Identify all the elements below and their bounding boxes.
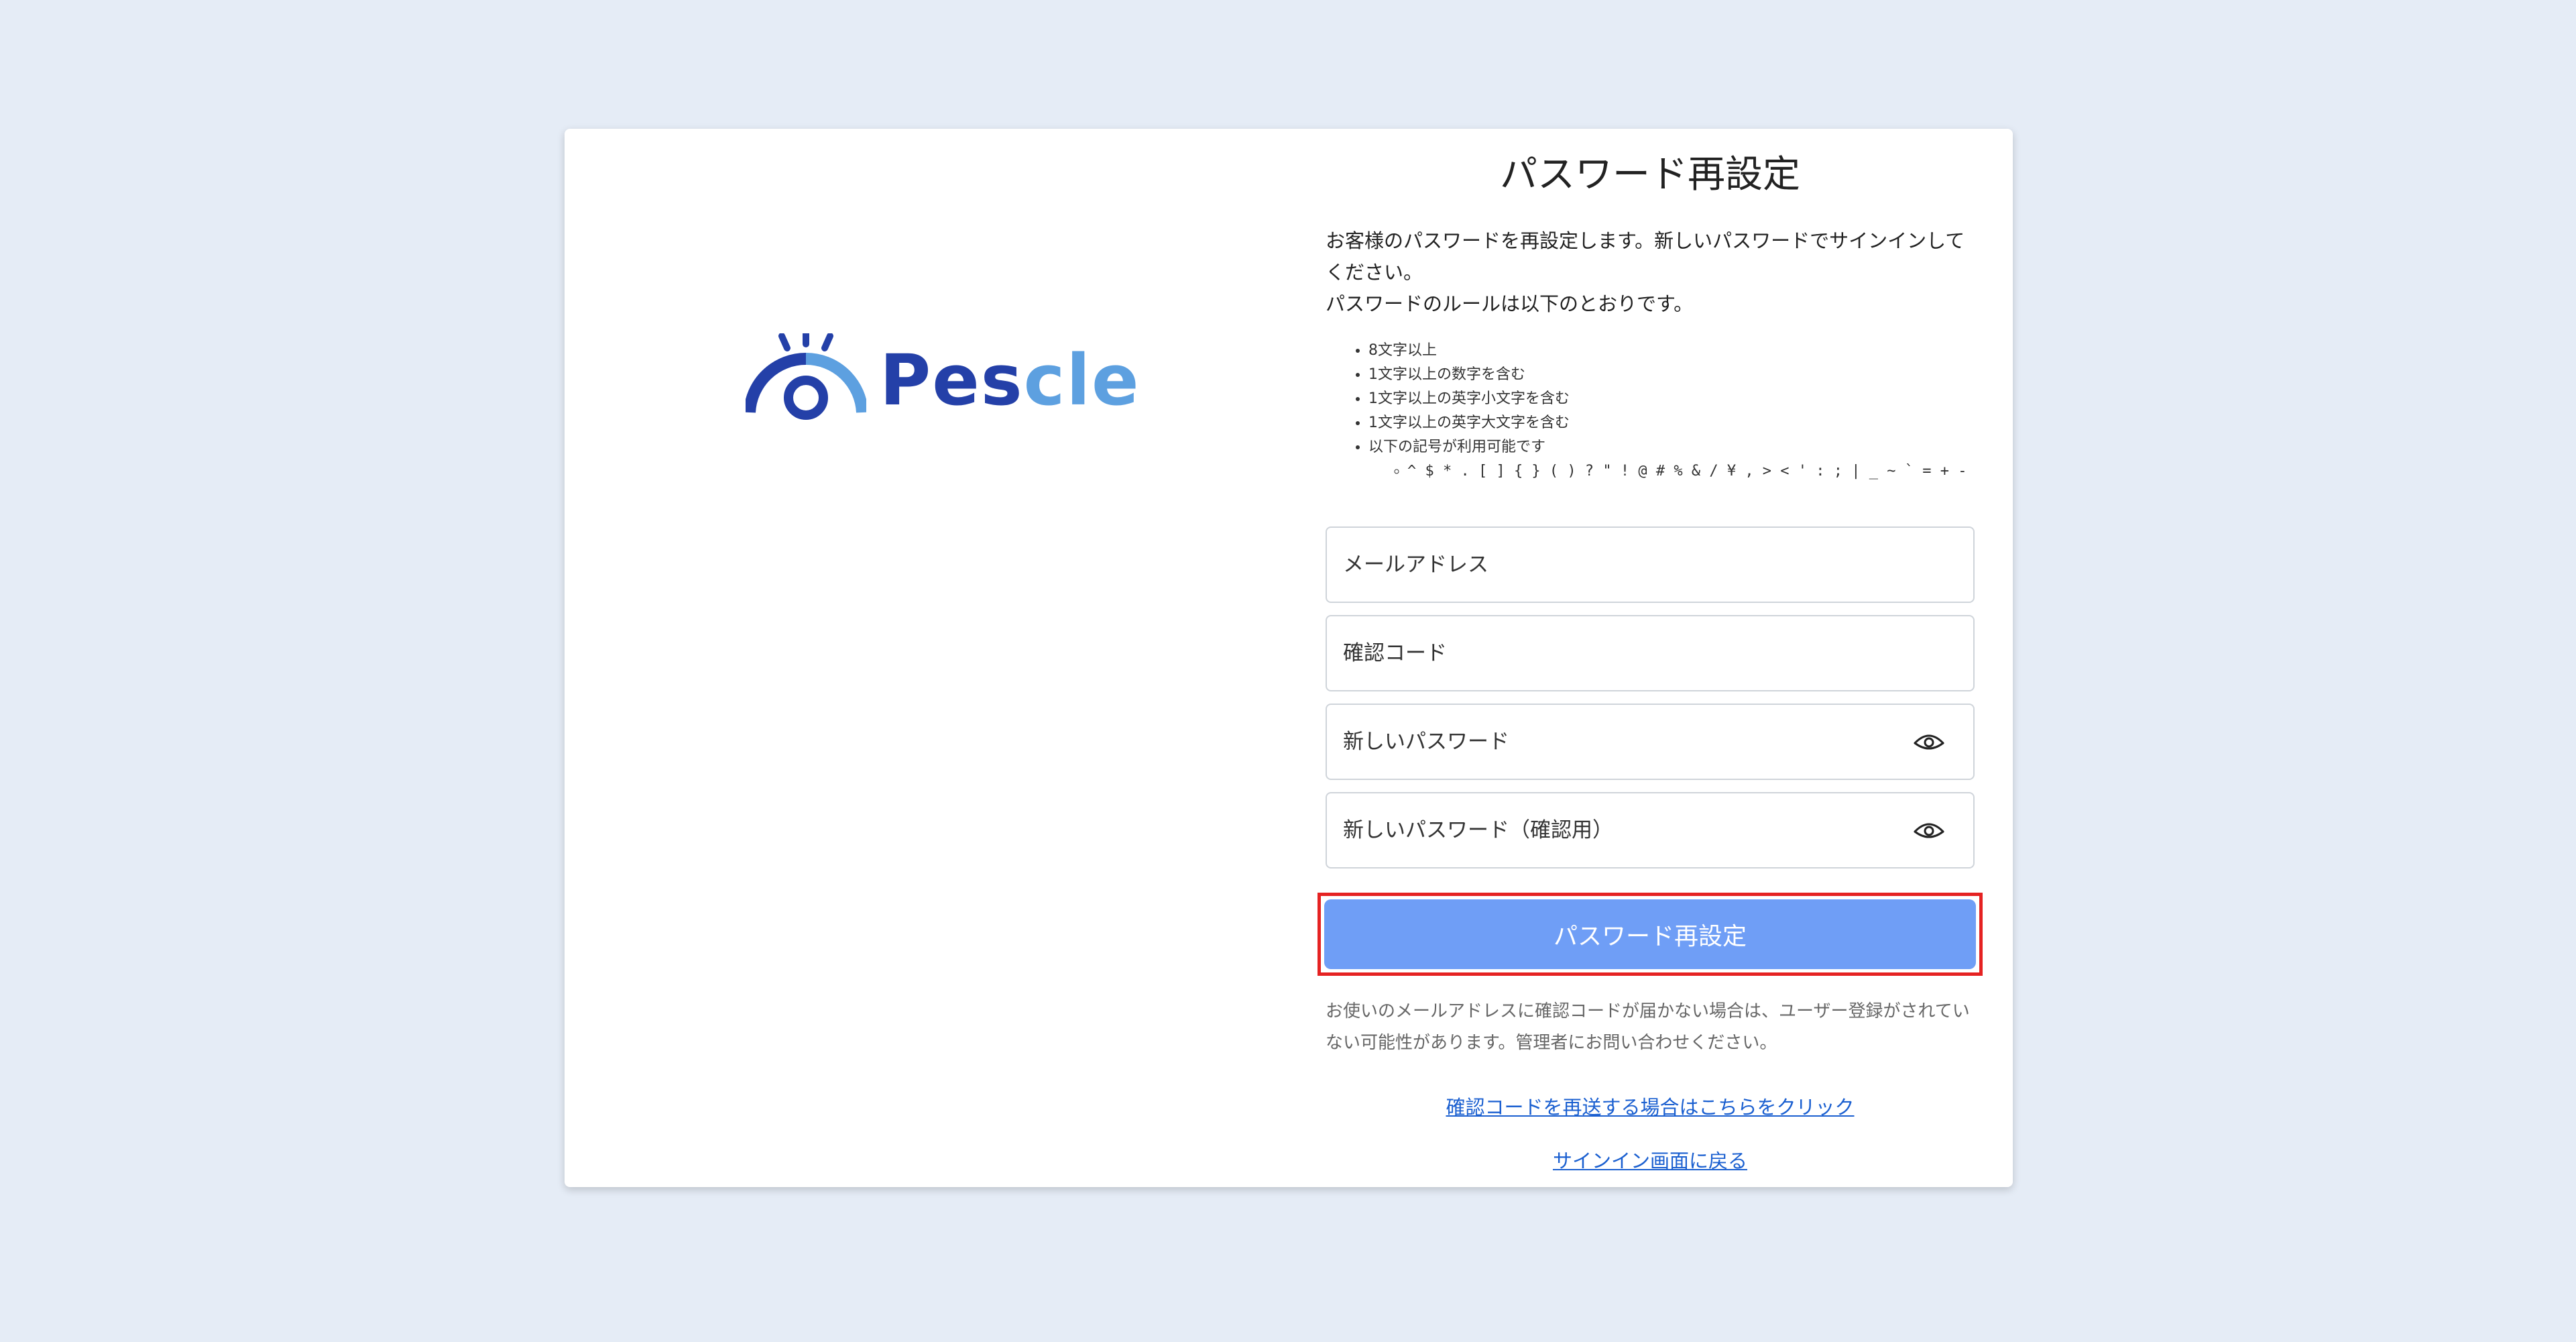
rule-item: 1文字以上の数字を含む <box>1368 363 1975 387</box>
password-rules-list: 8文字以上 1文字以上の数字を含む 1文字以上の英字小文字を含む 1文字以上の英… <box>1326 339 1975 484</box>
input-fields <box>1326 526 1975 869</box>
reset-password-button[interactable]: パスワード再設定 <box>1324 899 1976 969</box>
rule-item: 1文字以上の英字大文字を含む <box>1368 411 1975 435</box>
confirm-password-field-wrapper <box>1326 792 1975 869</box>
rule-item: 以下の記号が利用可能です ^ $ * . [ ] { } ( ) ? " ! @… <box>1368 435 1975 484</box>
links: 確認コードを再送する場合はこちらをクリック サインイン画面に戻る <box>1326 1094 1975 1174</box>
show-password-eye-icon[interactable] <box>1913 731 1945 752</box>
help-note: お使いのメールアドレスに確認コードが届かない場合は、ユーザー登録がされていない可… <box>1326 1001 1970 1053</box>
description: お客様のパスワードを再設定します。新しいパスワードでサインインしてください。 パ… <box>1326 225 1975 320</box>
back-to-signin-link[interactable]: サインイン画面に戻る <box>1326 1148 1975 1174</box>
symbols-list: ^ $ * . [ ] { } ( ) ? " ! @ # % & / ¥ , … <box>1368 459 1975 484</box>
new-password-input[interactable] <box>1327 705 1973 779</box>
show-confirm-password-eye-icon[interactable] <box>1913 820 1945 841</box>
logo-text-pes: Pes <box>880 339 1024 421</box>
code-field-wrapper <box>1326 615 1975 691</box>
submit-highlight-frame: パスワード再設定 <box>1318 893 1983 976</box>
reset-form: パスワード再設定 お客様のパスワードを再設定します。新しいパスワードでサインイン… <box>1318 149 1983 1201</box>
rule-item: 8文字以上 <box>1368 339 1975 363</box>
verification-code-input[interactable] <box>1327 616 1973 690</box>
rule-item: 1文字以上の英字小文字を含む <box>1368 387 1975 411</box>
logo-wordmark: Pescle <box>880 345 1140 415</box>
description-line: パスワードのルールは以下のとおりです。 <box>1326 292 1694 315</box>
confirm-password-input[interactable] <box>1327 793 1973 867</box>
email-field-wrapper <box>1326 526 1975 603</box>
pescle-logo: Pescle <box>746 333 1139 427</box>
resend-code-link[interactable]: 確認コードを再送する場合はこちらをクリック <box>1326 1094 1975 1121</box>
description-line: お客様のパスワードを再設定します。新しいパスワードでサインインしてください。 <box>1326 229 1965 284</box>
eye-logo-icon <box>746 333 866 420</box>
email-input[interactable] <box>1327 528 1973 602</box>
logo-text-cle: cle <box>1023 339 1140 421</box>
allowed-symbols: ^ $ * . [ ] { } ( ) ? " ! @ # % & / ¥ , … <box>1407 459 1975 484</box>
new-password-field-wrapper <box>1326 704 1975 780</box>
reset-card: Pescle パスワード再設定 お客様のパスワードを再設定します。新しいパスワー… <box>565 129 2013 1187</box>
rule-item-label: 以下の記号が利用可能です <box>1368 439 1546 455</box>
page-title: パスワード再設定 <box>1500 153 1800 197</box>
